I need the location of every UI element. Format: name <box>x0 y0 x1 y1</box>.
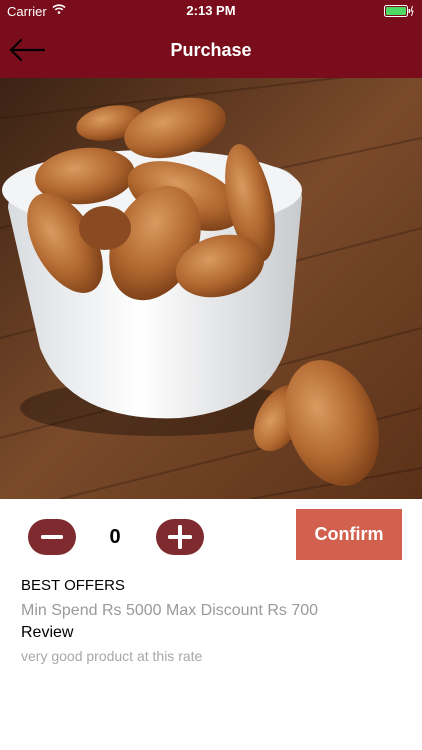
confirm-button[interactable]: Confirm <box>296 509 402 560</box>
top-bar: Carrier 2:13 PM Purchase <box>0 0 422 78</box>
almonds-in-bowl-image <box>0 78 422 499</box>
decrease-quantity-button[interactable] <box>28 519 76 555</box>
minus-icon <box>41 535 63 539</box>
quantity-value: 0 <box>109 526 121 548</box>
increase-quantity-button[interactable] <box>156 519 204 555</box>
charging-icon <box>410 5 414 17</box>
nav-bar: Purchase <box>0 22 422 78</box>
status-bar: Carrier 2:13 PM <box>0 0 422 22</box>
review-text: very good product at this rate <box>21 648 203 664</box>
status-time: 2:13 PM <box>186 3 236 18</box>
page-title: Purchase <box>170 40 252 60</box>
product-image <box>0 78 422 499</box>
battery-icon <box>384 5 414 17</box>
review-heading: Review <box>21 624 74 641</box>
offer-description: Min Spend Rs 5000 Max Discount Rs 700 <box>21 602 319 619</box>
best-offers-heading: BEST OFFERS <box>21 577 125 594</box>
plus-icon <box>168 525 192 549</box>
